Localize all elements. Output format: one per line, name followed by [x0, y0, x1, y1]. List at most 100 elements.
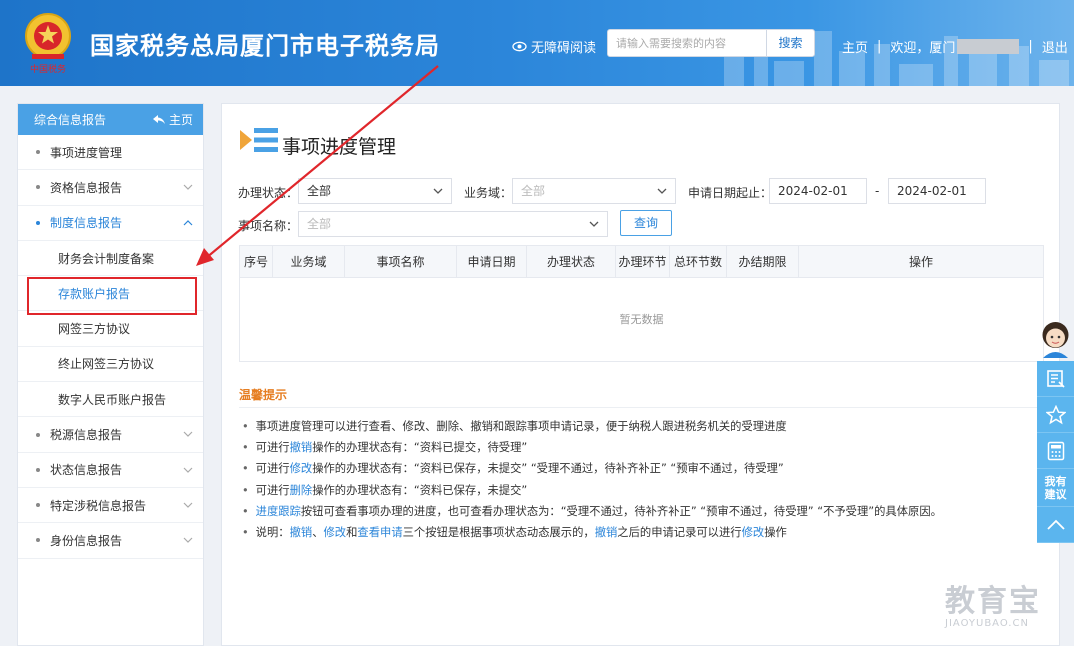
- header-bar: 中国税务 国家税务总局厦门市电子税务局 无障碍阅读 搜索 主页 | 欢迎，厦门 …: [0, 0, 1074, 86]
- tips-divider: [239, 407, 1044, 408]
- tip-text: 可进行: [255, 462, 290, 476]
- chevron-down-icon: [183, 537, 193, 544]
- nav-separator: |: [1028, 39, 1033, 54]
- status-select[interactable]: 全部: [298, 178, 452, 204]
- calculator-button[interactable]: [1037, 433, 1074, 469]
- svg-text:中国税务: 中国税务: [30, 63, 66, 75]
- tip-text: 操作: [764, 525, 787, 539]
- suggestion-button[interactable]: 我有 建议: [1037, 469, 1074, 507]
- accessibility-link[interactable]: 无障碍阅读: [512, 37, 596, 56]
- sidebar-item-label: 事项进度管理: [50, 145, 123, 160]
- col-header-stage: 办理环节: [616, 246, 670, 277]
- bullet-icon: [36, 432, 40, 437]
- back-to-top-button[interactable]: [1037, 507, 1074, 543]
- table-header: 序号 业务域 事项名称 申请日期 办理状态 办理环节 总环节数 办结期限 操作: [240, 246, 1043, 278]
- assistant-avatar-icon[interactable]: [1037, 318, 1074, 358]
- float-toolbar: 我有 建议: [1037, 318, 1074, 543]
- col-header-total-stages: 总环节数: [670, 246, 727, 277]
- empty-state-text: 暂无数据: [619, 313, 664, 326]
- sidebar-item-label: 制度信息报告: [50, 216, 123, 231]
- masked-username: [957, 39, 1020, 54]
- list-page-icon: [240, 128, 278, 152]
- sidebar-subitem-digital-rmb[interactable]: 数字人民币账户报告: [18, 382, 203, 418]
- online-service-button[interactable]: [1037, 361, 1074, 397]
- tip-item: 可进行修改操作的办理状态有：“资料已保存，未提交” “受理不通过，待补齐补正” …: [242, 458, 942, 479]
- favorite-button[interactable]: [1037, 397, 1074, 433]
- chevron-down-icon: [657, 188, 667, 194]
- calculator-icon: [1047, 441, 1064, 460]
- nav-separator: |: [877, 39, 882, 54]
- date-separator: -: [875, 184, 880, 198]
- accessibility-label: 无障碍阅读: [531, 41, 597, 56]
- tip-item: 进度跟踪按钮可查看事项办理的进度，也可查看办理状态为：“受理不通过，待补齐补正”…: [242, 501, 942, 522]
- col-header-index: 序号: [240, 246, 273, 277]
- top-nav: 主页 | 欢迎，厦门 | 退出: [842, 37, 1068, 56]
- tax-emblem-logo: 中国税务: [25, 13, 71, 75]
- sidebar-home-button[interactable]: 主页: [152, 111, 193, 128]
- sidebar-item-identity[interactable]: 身份信息报告: [18, 523, 203, 559]
- domain-select[interactable]: 全部: [512, 178, 676, 204]
- item-name-select-value: 全部: [307, 217, 332, 231]
- tip-text: 可进行: [255, 441, 290, 455]
- date-end-input[interactable]: 2024-02-01: [888, 178, 986, 204]
- tip-text: 可进行: [255, 483, 290, 497]
- tip-link-track: 进度跟踪: [255, 504, 301, 518]
- col-header-actions: 操作: [908, 255, 933, 269]
- page-title: 事项进度管理: [282, 136, 397, 158]
- sidebar-item-label: 资格信息报告: [50, 180, 123, 195]
- tip-link-view: 查看申请: [357, 525, 403, 539]
- status-select-value: 全部: [307, 184, 332, 198]
- sidebar-item-label: 状态信息报告: [50, 463, 123, 478]
- item-name-select[interactable]: 全部: [298, 211, 608, 237]
- tip-link-modify: 修改: [289, 462, 313, 476]
- tips-title: 温馨提示: [239, 388, 288, 402]
- sidebar-subitem-tripartite[interactable]: 网签三方协议: [18, 311, 203, 347]
- sidebar-item-label: 税源信息报告: [50, 428, 123, 443]
- sidebar-item-progress[interactable]: 事项进度管理: [18, 135, 203, 171]
- sidebar-subitem-deposit-account[interactable]: 存款账户报告: [18, 276, 203, 312]
- item-name-label: 事项名称：: [238, 219, 299, 233]
- sidebar-subitem-terminate-tripartite[interactable]: 终止网签三方协议: [18, 347, 203, 383]
- tip-text: 和: [346, 525, 358, 539]
- query-button[interactable]: 查询: [620, 210, 672, 236]
- sidebar-item-qualification[interactable]: 资格信息报告: [18, 170, 203, 206]
- col-header-apply-date: 申请日期: [457, 246, 527, 277]
- sidebar-item-system[interactable]: 制度信息报告: [18, 206, 203, 241]
- date-start-input[interactable]: 2024-02-01: [769, 178, 867, 204]
- bullet-icon: [36, 538, 40, 543]
- watermark-brand: 教育宝: [945, 584, 1041, 619]
- bullet-icon: [36, 185, 40, 190]
- tip-item: 说明：撤销、修改和查看申请三个按钮是根据事项状态动态展示的，撤销之后的申请记录可…: [242, 522, 942, 543]
- col-header-domain: 业务域: [273, 246, 345, 277]
- chevron-down-icon: [183, 184, 193, 191]
- watermark-url: JIAOYUBAO.CN: [945, 618, 1029, 629]
- tip-link-delete: 删除: [289, 483, 313, 497]
- search-input[interactable]: [608, 30, 768, 56]
- tip-text: 说明：: [255, 525, 290, 539]
- tip-link-modify: 修改: [741, 525, 765, 539]
- tip-link-revoke: 撤销: [594, 525, 618, 539]
- chevron-down-icon: [433, 188, 443, 194]
- sidebar-subitem-accounting[interactable]: 财务会计制度备案: [18, 241, 203, 277]
- chevron-up-icon: [1046, 519, 1065, 530]
- sidebar-item-label: 特定涉税信息报告: [50, 498, 147, 513]
- sidebar-item-specific-tax[interactable]: 特定涉税信息报告: [18, 488, 203, 524]
- site-title: 国家税务总局厦门市电子税务局: [90, 32, 440, 60]
- col-header-item-name: 事项名称: [345, 246, 457, 277]
- sidebar-title: 综合信息报告: [34, 113, 107, 127]
- sidebar-item-tax-source[interactable]: 税源信息报告: [18, 417, 203, 453]
- tip-item: 可进行删除操作的办理状态有：“资料已保存，未提交”: [242, 480, 942, 501]
- welcome-text: 欢迎，厦门: [890, 41, 956, 56]
- search-button[interactable]: 搜索: [766, 30, 814, 56]
- bullet-icon: [36, 150, 40, 155]
- col-header-deadline: 办结期限: [727, 246, 799, 277]
- bullet-icon: [36, 220, 40, 225]
- logout-link[interactable]: 退出: [1042, 37, 1068, 56]
- sidebar-item-status[interactable]: 状态信息报告: [18, 453, 203, 488]
- tip-text: 、: [312, 525, 324, 539]
- nav-home-link[interactable]: 主页: [842, 37, 868, 56]
- sidebar-item-label: 身份信息报告: [50, 533, 123, 548]
- suggestion-label-line1: 我有: [1044, 474, 1067, 488]
- watermark: 教育宝 JIAOYUBAO.CN: [945, 576, 1041, 629]
- chat-icon: [1046, 369, 1065, 388]
